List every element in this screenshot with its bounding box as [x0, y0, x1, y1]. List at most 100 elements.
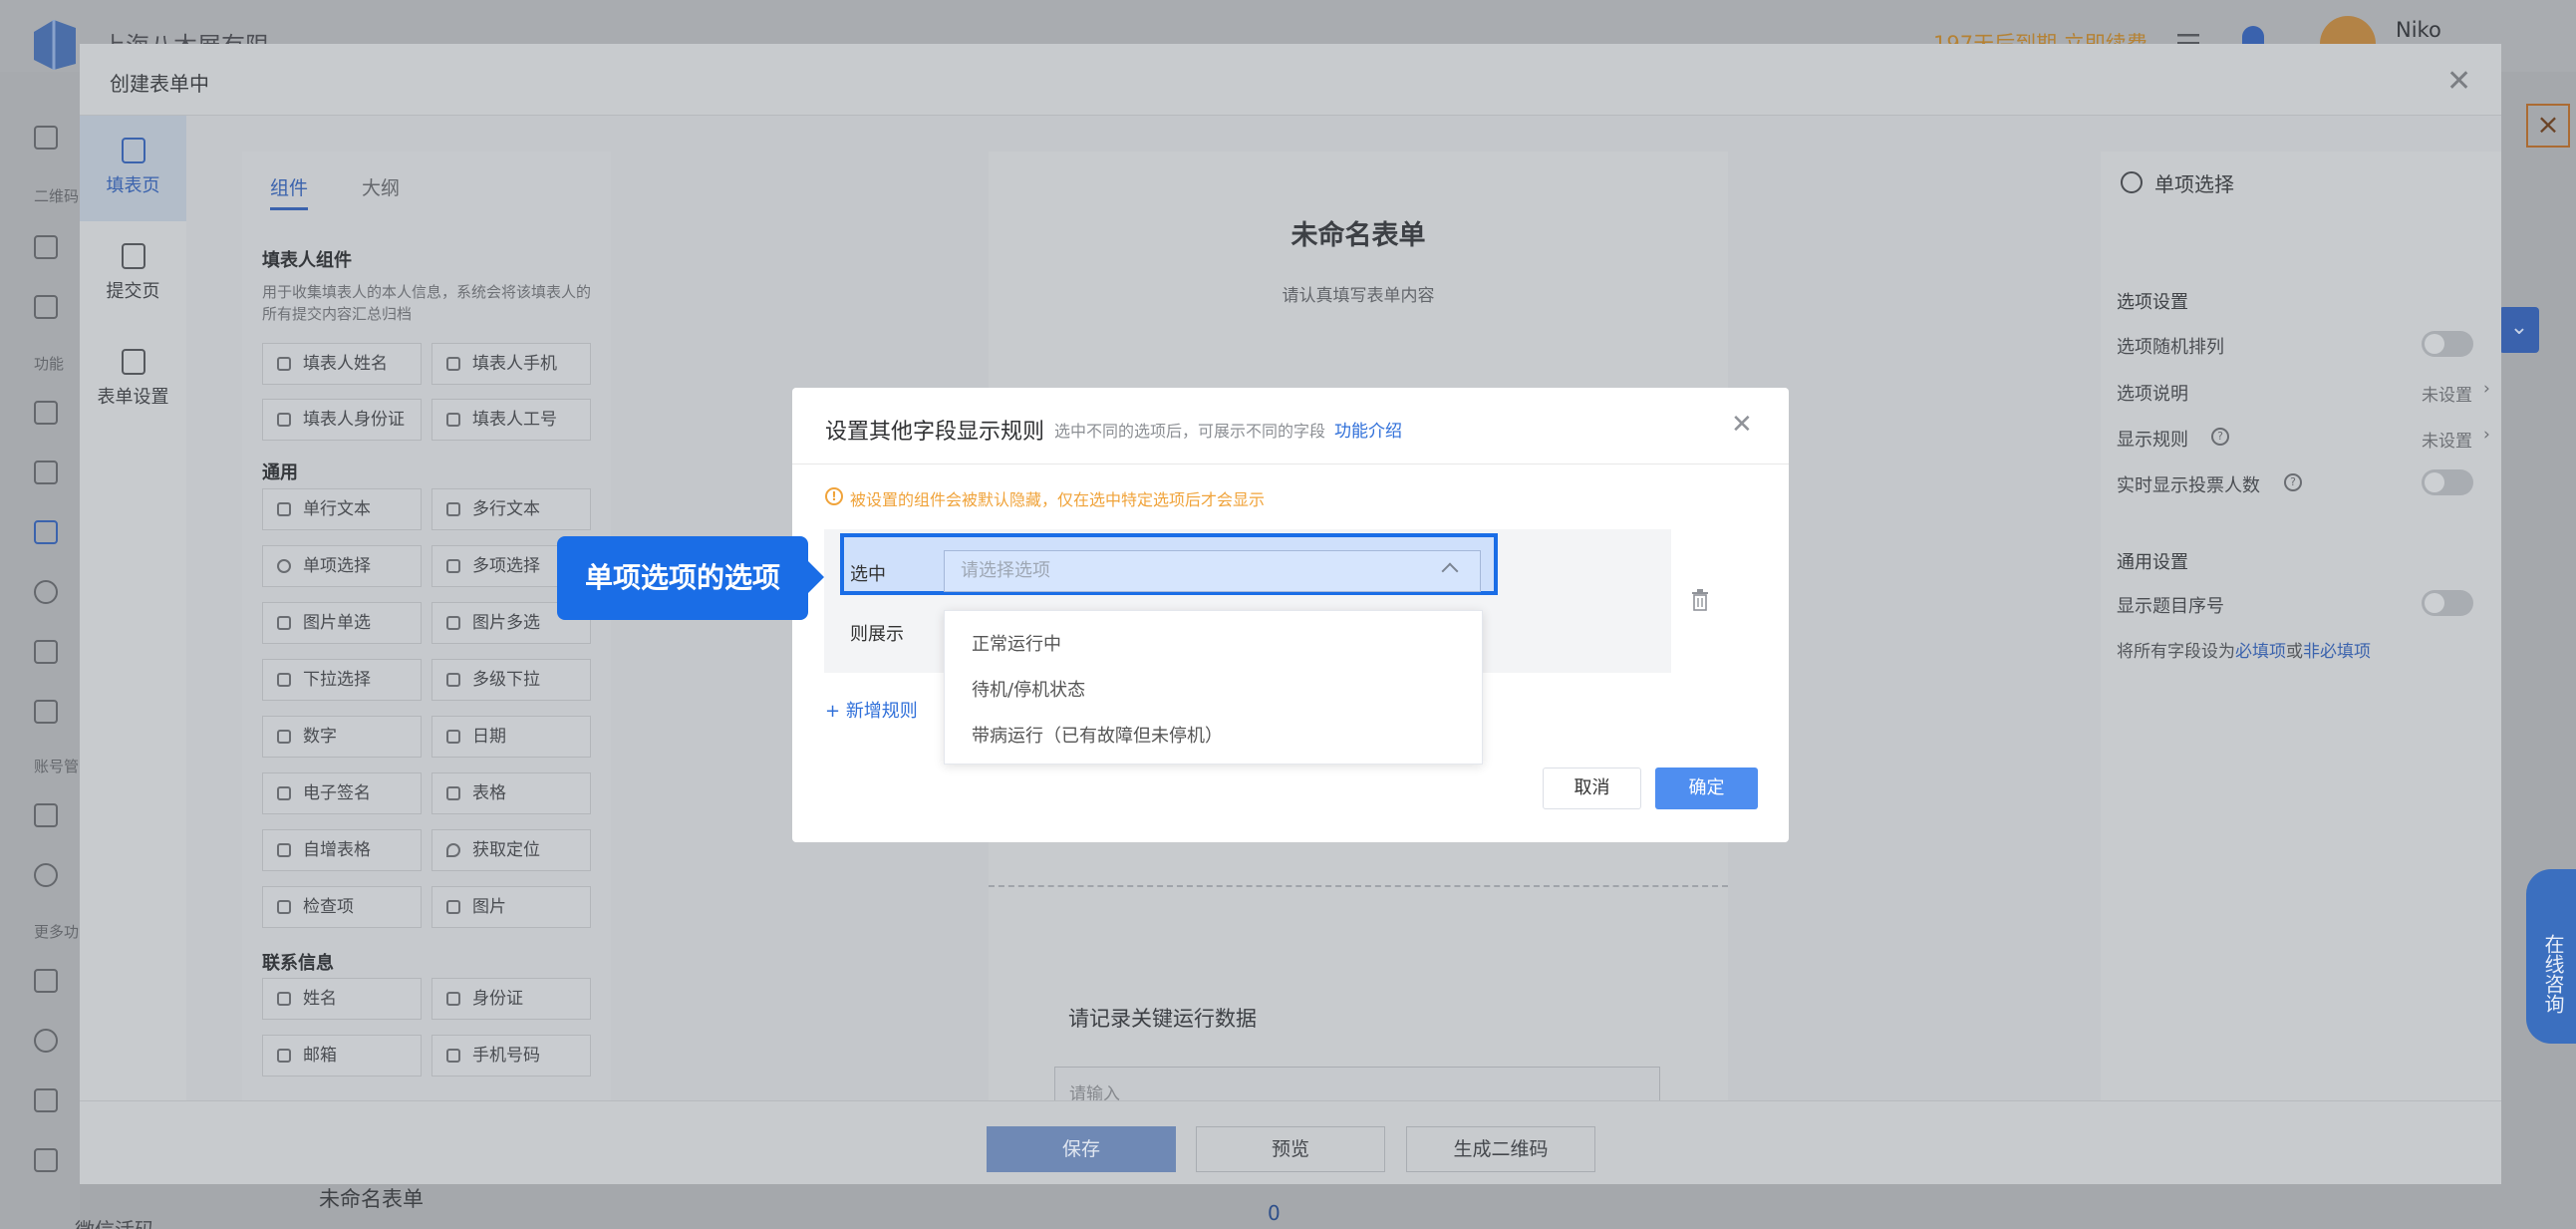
- show-number-toggle[interactable]: [2422, 590, 2473, 616]
- component-checklist[interactable]: 检查项: [262, 886, 422, 928]
- component-mobile[interactable]: 手机号码: [431, 1035, 591, 1076]
- paragraph-icon: [446, 502, 460, 516]
- card-icon[interactable]: [34, 461, 58, 484]
- form-subtitle[interactable]: 请认真填写表单内容: [989, 281, 1728, 306]
- close-icon[interactable]: ×: [2526, 104, 2570, 148]
- required-note: 将所有字段设为必填项或非必填项: [2117, 642, 2371, 662]
- cascade-icon: [446, 673, 460, 687]
- component-single-choice[interactable]: 单项选择: [262, 545, 422, 587]
- option-desc-value[interactable]: 未设置: [2422, 381, 2472, 406]
- sidebar-section-label: 功能: [34, 355, 65, 373]
- stats-icon[interactable]: [34, 640, 58, 664]
- drawer-header: 创建表单中 ✕: [80, 44, 2501, 116]
- book-icon[interactable]: [34, 1088, 58, 1112]
- id-card-icon: [277, 413, 291, 427]
- edit-icon[interactable]: [34, 803, 58, 827]
- components-panel: 组件 大纲 填表人组件 用于收集填表人的本人信息，系统会将该填表人的所有提交内容…: [242, 152, 611, 1156]
- nav-fill-page[interactable]: 填表页: [80, 116, 186, 221]
- chevron-right-icon[interactable]: ›: [2483, 425, 2490, 445]
- save-button[interactable]: 保存: [987, 1126, 1176, 1172]
- section-desc: 用于收集填表人的本人信息，系统会将该填表人的所有提交内容汇总归档: [262, 283, 592, 323]
- badge-icon: [446, 413, 460, 427]
- question-label[interactable]: 请记录关键运行数据: [1068, 1003, 1257, 1033]
- component-image-single[interactable]: 图片单选: [262, 602, 422, 644]
- component-image[interactable]: 图片: [431, 886, 591, 928]
- form-page-nav: 填表页 提交页 表单设置: [80, 116, 186, 1156]
- component-filler-employee-no[interactable]: 填表人工号: [431, 399, 591, 441]
- calendar-icon: [446, 730, 460, 744]
- component-cascade-dropdown[interactable]: 多级下拉: [431, 659, 591, 701]
- component-single-text[interactable]: 单行文本: [262, 488, 422, 530]
- user-icon[interactable]: [34, 863, 58, 887]
- section-title: 通用: [262, 462, 298, 483]
- component-signature[interactable]: 电子签名: [262, 772, 422, 814]
- dashboard-icon[interactable]: [34, 126, 58, 150]
- user-name[interactable]: Niko: [2396, 18, 2441, 42]
- nav-form-settings[interactable]: 表单设置: [80, 327, 186, 433]
- shield-icon[interactable]: [34, 1029, 58, 1053]
- component-filler-id[interactable]: 填表人身份证: [262, 399, 422, 441]
- set-required-link[interactable]: 必填项: [2235, 642, 2286, 662]
- tab-outline[interactable]: 大纲: [362, 173, 400, 200]
- form-icon[interactable]: [34, 969, 58, 993]
- delete-icon[interactable]: [1691, 589, 1709, 611]
- dropdown-option[interactable]: 待机/停机状态: [972, 676, 1085, 702]
- base-form-title: 未命名表单: [319, 1187, 424, 1211]
- active-tab-indicator: [270, 207, 308, 210]
- component-auto-table[interactable]: 自增表格: [262, 829, 422, 871]
- component-table[interactable]: 表格: [431, 772, 591, 814]
- component-multi-text[interactable]: 多行文本: [431, 488, 591, 530]
- help-icon[interactable]: ?: [2284, 473, 2302, 491]
- display-rule-label: 显示规则: [2117, 430, 2188, 451]
- component-date[interactable]: 日期: [431, 716, 591, 758]
- doc-icon[interactable]: [34, 235, 58, 259]
- display-rule-value[interactable]: 未设置: [2422, 427, 2472, 452]
- component-dropdown[interactable]: 下拉选择: [262, 659, 422, 701]
- base-count: 0: [1268, 1201, 1281, 1225]
- component-name[interactable]: 姓名: [262, 978, 422, 1020]
- component-filler-phone[interactable]: 填表人手机: [431, 343, 591, 385]
- set-optional-link[interactable]: 非必填项: [2303, 642, 2371, 662]
- grid-icon[interactable]: [34, 295, 58, 319]
- live-votes-toggle[interactable]: [2422, 469, 2473, 495]
- component-filler-name[interactable]: 填表人姓名: [262, 343, 422, 385]
- warning-icon: !: [825, 487, 843, 505]
- component-number[interactable]: 数字: [262, 716, 422, 758]
- rule-condition-label: 选中: [850, 564, 886, 585]
- sidebar-section-label: 二维码: [34, 187, 80, 205]
- chevron-right-icon[interactable]: ›: [2483, 379, 2490, 399]
- preview-button[interactable]: 预览: [1196, 1126, 1385, 1172]
- component-id-card[interactable]: 身份证: [431, 978, 591, 1020]
- clock-icon[interactable]: [34, 580, 58, 604]
- copy-icon[interactable]: [34, 401, 58, 425]
- help-icon[interactable]: ?: [2211, 428, 2229, 446]
- feature-intro-link[interactable]: 功能介绍: [1334, 417, 1402, 442]
- table-icon[interactable]: [34, 520, 58, 544]
- add-rule-button[interactable]: + 新增规则: [825, 697, 918, 723]
- online-consult-button[interactable]: 在线咨询: [2526, 869, 2576, 1044]
- base-sidebar-item-wechat[interactable]: 微信活码: [75, 1214, 154, 1229]
- edit-form-icon: [121, 138, 145, 163]
- generate-qrcode-button[interactable]: 生成二维码: [1406, 1126, 1595, 1172]
- chevron-down-icon[interactable]: ⌄: [2499, 307, 2539, 353]
- nav-label: 填表页: [106, 175, 160, 196]
- component-email[interactable]: 邮箱: [262, 1035, 422, 1076]
- confirm-button[interactable]: 确定: [1655, 768, 1758, 809]
- dropdown-option[interactable]: 带病运行（已有故障但未停机）: [972, 722, 1223, 748]
- number-icon: [277, 730, 291, 744]
- form-title[interactable]: 未命名表单: [989, 213, 1728, 252]
- cancel-button[interactable]: 取消: [1543, 768, 1641, 809]
- scan-icon[interactable]: [34, 1148, 58, 1172]
- dropdown-option[interactable]: 正常运行中: [972, 630, 1061, 656]
- sidebar-section-label: 更多功: [34, 923, 80, 941]
- option-select[interactable]: 请选择选项: [944, 550, 1481, 592]
- component-location[interactable]: 获取定位: [431, 829, 591, 871]
- drawer-close-icon[interactable]: ✕: [2446, 64, 2471, 99]
- shuffle-toggle[interactable]: [2422, 331, 2473, 357]
- dialog-close-icon[interactable]: ✕: [1731, 410, 1753, 440]
- warning-text: 被设置的组件会被默认隐藏，仅在选中特定选项后才会显示: [850, 490, 1266, 509]
- tab-components[interactable]: 组件: [270, 173, 308, 200]
- folder-icon[interactable]: [34, 700, 58, 724]
- nav-submit-page[interactable]: 提交页: [80, 221, 186, 327]
- table-icon: [446, 786, 460, 800]
